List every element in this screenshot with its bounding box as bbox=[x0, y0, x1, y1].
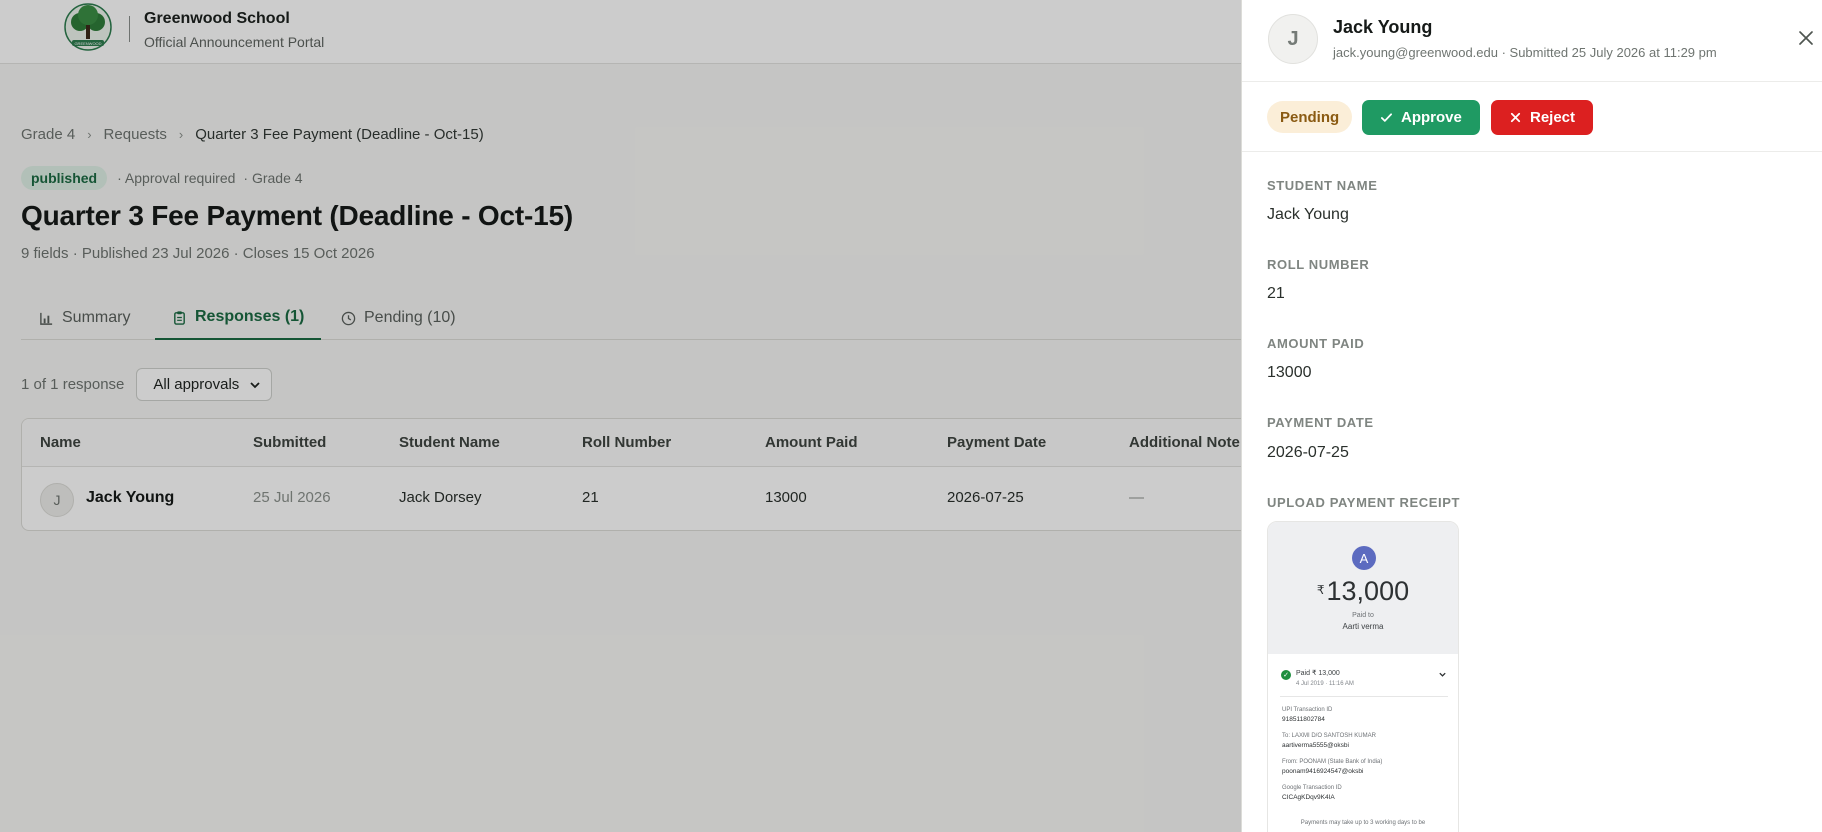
to-label: To: LAXMI D/O SANTOSH KUMAR bbox=[1282, 733, 1376, 739]
receipt-status: ✓ Paid ₹ 13,000 4 Jul 2019 · 11:16 AM bbox=[1281, 669, 1354, 689]
check-icon bbox=[1380, 113, 1393, 122]
field-label-payment-date: PAYMENT DATE bbox=[1267, 415, 1374, 430]
receipt-amount: ₹13,000 bbox=[1268, 576, 1458, 607]
upi-label: UPI Transaction ID bbox=[1282, 707, 1333, 713]
respondent-subline: jack.young@greenwood.edu · Submitted 25 … bbox=[1333, 45, 1717, 60]
receipt-note: Payments may take up to 3 working days t… bbox=[1300, 820, 1426, 826]
google-transaction: Google Transaction ID CICAgKDqv9K4IA bbox=[1282, 784, 1342, 803]
modal-backdrop[interactable] bbox=[0, 0, 1241, 832]
approve-button[interactable]: Approve bbox=[1362, 100, 1480, 135]
respondent-name: Jack Young bbox=[1333, 17, 1433, 37]
check-circle-icon: ✓ bbox=[1281, 670, 1291, 680]
x-icon bbox=[1510, 112, 1521, 123]
payee-avatar: A bbox=[1352, 546, 1376, 570]
action-bar: Pending Approve Reject bbox=[1242, 82, 1822, 152]
reject-label: Reject bbox=[1530, 109, 1576, 126]
field-label-student-name: STUDENT NAME bbox=[1267, 178, 1378, 193]
upi-value: 918511802784 bbox=[1282, 716, 1325, 723]
payee-name: Aarti verma bbox=[1342, 622, 1384, 631]
receipt-divider bbox=[1280, 696, 1448, 697]
rupee-icon: ₹ bbox=[1316, 583, 1325, 597]
paid-to-label: Paid to bbox=[1352, 612, 1374, 619]
receipt-status-line: Paid ₹ 13,000 bbox=[1296, 670, 1340, 677]
field-label-amount-paid: AMOUNT PAID bbox=[1267, 336, 1365, 351]
from-value: poonam9416924547@oksbi bbox=[1282, 768, 1364, 775]
response-detail-panel: J Jack Young jack.young@greenwood.edu · … bbox=[1241, 0, 1822, 832]
avatar: J bbox=[1268, 14, 1318, 64]
panel-header: J Jack Young jack.young@greenwood.edu · … bbox=[1242, 0, 1822, 82]
from-label: From: POONAM (State Bank of India) bbox=[1282, 759, 1383, 765]
reject-button[interactable]: Reject bbox=[1491, 100, 1594, 135]
field-label-roll-number: ROLL NUMBER bbox=[1267, 257, 1370, 272]
field-value-student-name: Jack Young bbox=[1267, 206, 1349, 223]
receipt-header: A ₹13,000 Paid to Aarti verma bbox=[1268, 522, 1458, 654]
field-label-receipt: UPLOAD PAYMENT RECEIPT bbox=[1267, 495, 1461, 510]
chevron-down-icon bbox=[1439, 672, 1446, 677]
receipt-amount-value: 13,000 bbox=[1326, 576, 1410, 606]
from-account: From: POONAM (State Bank of India) poona… bbox=[1282, 758, 1382, 777]
field-value-roll-number: 21 bbox=[1267, 285, 1285, 302]
gtid-value: CICAgKDqv9K4IA bbox=[1282, 794, 1335, 801]
approve-label: Approve bbox=[1401, 109, 1462, 126]
close-icon[interactable] bbox=[1797, 29, 1815, 47]
to-account: To: LAXMI D/O SANTOSH KUMAR aartiverma55… bbox=[1282, 732, 1376, 751]
pending-status-badge: Pending bbox=[1267, 101, 1353, 133]
field-value-amount-paid: 13000 bbox=[1267, 364, 1312, 381]
to-value: aartiverma5555@oksbi bbox=[1282, 742, 1349, 749]
field-value-payment-date: 2026-07-25 bbox=[1267, 444, 1349, 461]
payment-receipt-image[interactable]: A ₹13,000 Paid to Aarti verma ✓ Paid ₹ 1… bbox=[1267, 521, 1459, 832]
receipt-status-date: 4 Jul 2019 · 11:16 AM bbox=[1296, 681, 1354, 687]
upi-transaction: UPI Transaction ID 918511802784 bbox=[1282, 706, 1332, 725]
gtid-label: Google Transaction ID bbox=[1282, 785, 1342, 791]
